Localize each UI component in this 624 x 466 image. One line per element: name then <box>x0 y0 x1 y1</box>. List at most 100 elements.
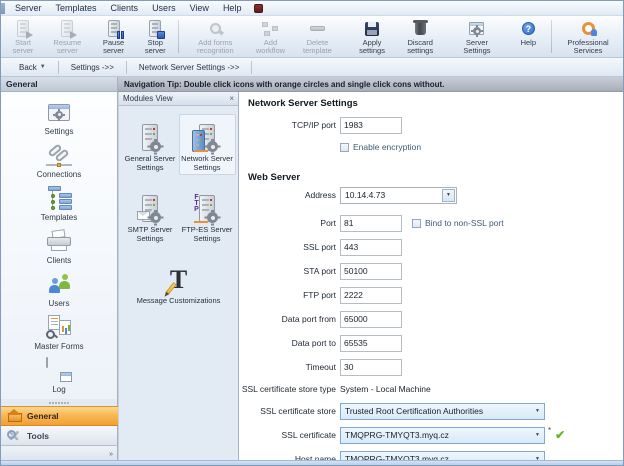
breadcrumb-settings[interactable]: Settings ->> <box>61 60 124 75</box>
valid-check-icon: ✔ <box>555 428 565 442</box>
sidebar-item-connections[interactable]: Connections <box>1 139 117 182</box>
data-port-to-input[interactable] <box>340 335 402 352</box>
module-network-server-settings[interactable]: Network Server Settings <box>179 114 236 175</box>
navigation-bar: Back ▼ Settings ->> Network Server Setti… <box>1 58 623 77</box>
add-workflow-label: Add workflow <box>253 39 289 55</box>
sta-port-input[interactable] <box>340 263 402 280</box>
general-tab-label: General <box>27 411 59 421</box>
module-label: Message Customizations <box>137 296 221 305</box>
menu-view[interactable]: View <box>183 1 216 15</box>
help-button[interactable]: ? Help <box>508 17 548 56</box>
bind-non-ssl-checkbox[interactable] <box>412 219 421 228</box>
start-server-button[interactable]: Start server <box>3 17 43 56</box>
log-icon <box>46 358 72 382</box>
chevron-down-icon[interactable]: ▼ <box>531 428 544 443</box>
stop-server-label: Stop server <box>139 39 171 55</box>
sidebar-label: Log <box>52 385 65 394</box>
sidebar-tab-tools[interactable]: Tools <box>1 426 118 446</box>
sidebar-tab-general[interactable]: General <box>1 406 118 426</box>
sidebar-item-templates[interactable]: Templates <box>1 182 117 225</box>
network-server-icon <box>199 124 215 151</box>
configure-buttons-chevron[interactable]: » <box>109 451 113 458</box>
menu-clients[interactable]: Clients <box>104 1 146 15</box>
menu-server[interactable]: Server <box>8 1 49 15</box>
delete-template-label: Delete template <box>296 39 338 55</box>
data-port-from-input[interactable] <box>340 311 402 328</box>
ssl-port-input[interactable] <box>340 239 402 256</box>
ssl-certificate-row: SSL certificate TMQPRG-TMYQT3.myq.cz ▼ *… <box>239 426 565 444</box>
message-customizations-icon: T <box>170 259 187 293</box>
back-button[interactable]: Back ▼ <box>9 60 56 75</box>
discard-settings-button[interactable]: Discard settings <box>395 17 446 56</box>
ssl-certificate-label: SSL certificate <box>239 430 336 440</box>
add-forms-recognition-button[interactable]: + Add forms recognition <box>182 17 249 56</box>
sidebar-item-settings[interactable]: Settings <box>1 96 117 139</box>
pause-server-button[interactable]: Pause server <box>92 17 135 56</box>
data-port-from-row: Data port from <box>239 310 402 328</box>
ssl-port-row: SSL port <box>239 238 402 256</box>
required-asterisk: * <box>548 426 551 435</box>
module-ftp-es-server-settings[interactable]: FTP FTP-ES Server Settings <box>179 185 236 246</box>
delete-template-button[interactable]: Delete template <box>292 17 342 56</box>
enable-encryption-checkbox[interactable] <box>340 143 349 152</box>
server-settings-button[interactable]: Server Settings <box>452 17 501 56</box>
port-input[interactable] <box>340 215 402 232</box>
sidebar-item-users[interactable]: Users <box>1 268 117 311</box>
resume-server-button[interactable]: Resume server <box>43 17 92 56</box>
modules-view-title: Modules View <box>123 94 173 103</box>
close-icon[interactable]: × <box>229 95 234 103</box>
menu-users[interactable]: Users <box>145 1 183 15</box>
quick-access-icon[interactable] <box>254 4 263 13</box>
tools-tab-label: Tools <box>27 431 49 441</box>
module-smtp-server-settings[interactable]: SMTP Server Settings <box>122 185 179 246</box>
forms-recognition-icon: + <box>210 23 221 34</box>
sidebar-label: Clients <box>47 256 71 265</box>
cert-store-type-row: SSL certificate store type System - Loca… <box>239 380 431 398</box>
save-icon <box>365 22 379 36</box>
ftp-port-input[interactable] <box>340 287 402 304</box>
tcpip-port-input[interactable] <box>340 117 402 134</box>
sidebar-header: General <box>1 77 118 92</box>
sidebar-label: Master Forms <box>34 342 83 351</box>
apply-settings-button[interactable]: Apply settings <box>349 17 394 56</box>
menu-templates[interactable]: Templates <box>49 1 104 15</box>
ssl-certificate-combobox[interactable]: TMQPRG-TMYQT3.myq.cz ▼ <box>340 427 545 444</box>
ssl-certificate-value: TMQPRG-TMYQT3.myq.cz <box>345 430 449 440</box>
professional-services-button[interactable]: Professional Services <box>555 17 621 56</box>
toolbar-separator <box>505 20 506 53</box>
menu-help[interactable]: Help <box>216 1 249 15</box>
sidebar-label: Connections <box>37 170 81 179</box>
timeout-label: Timeout <box>239 362 336 372</box>
address-combobox[interactable]: 10.14.4.73 ▼ <box>340 187 457 204</box>
modules-view-header: Modules View × <box>119 92 238 106</box>
pause-server-label: Pause server <box>96 39 131 55</box>
add-forms-label: Add forms recognition <box>186 39 245 55</box>
sta-port-row: STA port <box>239 262 402 280</box>
enable-encryption-label: Enable encryption <box>353 142 421 152</box>
section-heading-web-server: Web Server <box>248 172 300 183</box>
users-icon <box>46 273 72 295</box>
cert-store-combobox[interactable]: Trusted Root Certification Authorities ▼ <box>340 403 545 420</box>
sidebar-resize-grip[interactable] <box>1 399 118 406</box>
address-label: Address <box>239 190 336 200</box>
sidebar-item-master-forms[interactable]: Master Forms <box>1 311 117 354</box>
timeout-input[interactable] <box>340 359 402 376</box>
breadcrumb-network-server-settings[interactable]: Network Server Settings ->> <box>129 60 249 75</box>
chevron-down-icon[interactable]: ▼ <box>531 404 544 419</box>
ftp-port-row: FTP port <box>239 286 402 304</box>
ftp-server-icon: FTP <box>199 195 215 222</box>
stop-server-button[interactable]: Stop server <box>135 17 175 56</box>
module-message-customizations[interactable]: T Message Customizations <box>119 256 238 308</box>
settings-icon <box>48 104 70 121</box>
sidebar-item-log[interactable]: Log <box>1 354 117 397</box>
ftp-port-label: FTP port <box>239 290 336 300</box>
module-general-server-settings[interactable]: General Server Settings <box>122 114 179 175</box>
chevron-down-icon[interactable]: ▼ <box>442 189 455 202</box>
sidebar-item-clients[interactable]: Clients <box>1 225 117 268</box>
toolbar: Start server Resume server Pause server … <box>1 16 623 58</box>
add-workflow-button[interactable]: Add workflow <box>249 17 293 56</box>
resume-server-label: Resume server <box>47 39 88 55</box>
address-value: 10.14.4.73 <box>345 190 385 200</box>
window-edge-icon <box>1 3 5 14</box>
pause-icon <box>117 31 124 39</box>
